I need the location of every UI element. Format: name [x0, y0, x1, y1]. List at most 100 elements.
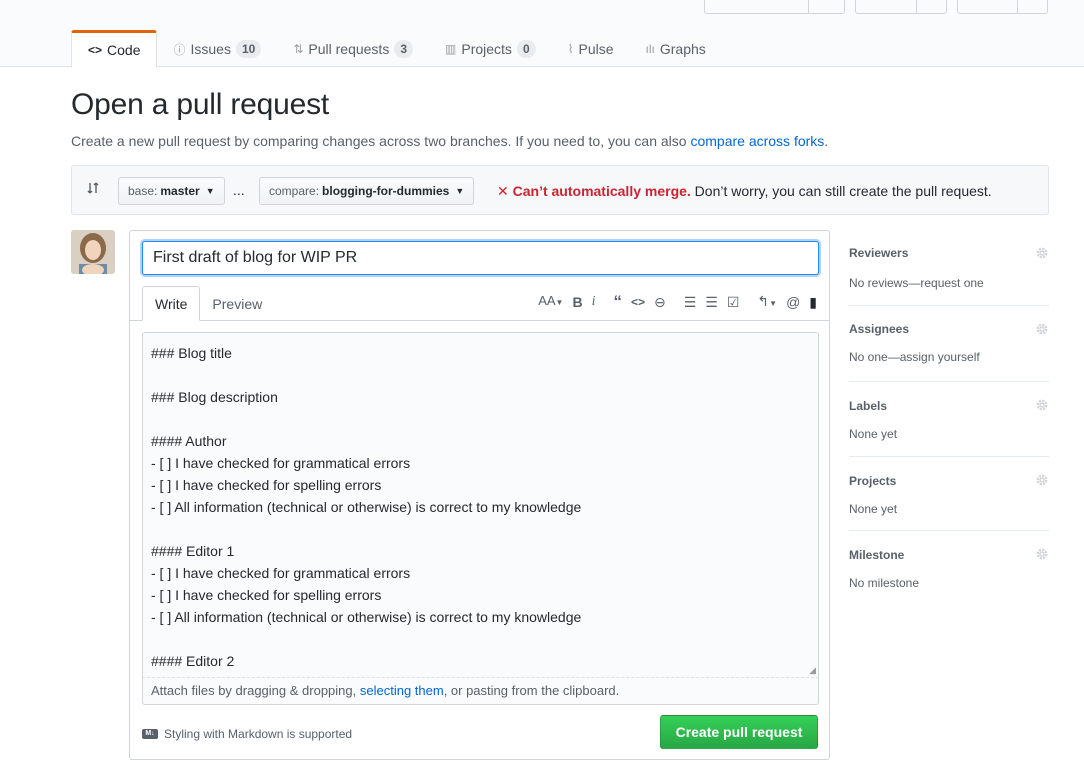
watch-button[interactable] — [704, 0, 809, 14]
tab-pulse[interactable]: ⌇ Pulse — [552, 30, 630, 68]
tab-graphs[interactable]: ılı Graphs — [630, 30, 722, 68]
pull-request-form: Write Preview AA▼ B i “ <> ⊖ ☰ ☰ ☑ ↰▼ @ … — [129, 230, 830, 760]
tab-code[interactable]: <> Code — [71, 30, 158, 68]
discussion-sidebar: Reviewers No reviews—request one Assigne… — [849, 230, 1049, 605]
range-dots: ... — [233, 182, 245, 198]
insert-group: “ <> ⊖ — [613, 293, 666, 310]
graph-icon: ılı — [645, 42, 655, 56]
repo-action-buttons — [704, 0, 1048, 14]
sidebar-label: Labels — [849, 399, 888, 413]
fork-button[interactable] — [957, 0, 1018, 14]
attach-prefix: Attach files by dragging & dropping, — [151, 683, 360, 698]
git-compare-icon — [86, 180, 100, 199]
sidebar-value: None yet — [849, 502, 898, 516]
compare-branch-select[interactable]: compare: blogging-for-dummies ▼ — [259, 177, 475, 205]
base-prefix: base: — [128, 184, 158, 198]
sidebar-value: No reviews—request one — [849, 276, 984, 290]
project-icon: ▥ — [445, 42, 457, 56]
chevron-down-icon: ▼ — [205, 186, 215, 196]
markdown-toolbar: AA▼ B i “ <> ⊖ ☰ ☰ ☑ ↰▼ @ ▮ — [538, 291, 817, 313]
sidebar-milestone: Milestone No milestone — [849, 531, 1049, 605]
compare-branch-name: blogging-for-dummies — [322, 184, 450, 198]
sidebar-value: None yet — [849, 427, 898, 441]
fork-count[interactable] — [1018, 0, 1048, 14]
repo-nav-tabs: <> Code ⓘ Issues 10 ⇅ Pull requests 3 ▥ … — [71, 30, 722, 68]
issues-counter: 10 — [235, 40, 262, 58]
list-unordered-icon[interactable]: ☰ — [684, 295, 697, 309]
italic-icon[interactable]: i — [592, 295, 596, 309]
sidebar-value: No one—assign yourself — [849, 350, 980, 364]
select-files-link[interactable]: selecting them — [360, 683, 444, 698]
subtitle-end: . — [824, 133, 829, 149]
compare-across-forks-link[interactable]: compare across forks — [690, 133, 824, 149]
tab-label: Code — [107, 42, 141, 58]
pr-title-input[interactable] — [142, 241, 819, 275]
header-text-glyph: AA — [538, 293, 556, 308]
git-pull-request-icon: ⇅ — [293, 42, 304, 56]
tab-label: Pull requests — [308, 41, 390, 57]
tasklist-icon[interactable]: ☑ — [727, 295, 740, 309]
watch-button-group — [704, 0, 845, 14]
sidebar-label: Projects — [849, 474, 897, 488]
star-button[interactable] — [855, 0, 917, 14]
extras-group: ↰▼ @ ▮ — [757, 294, 817, 311]
bookmark-icon[interactable]: ▮ — [809, 295, 817, 309]
star-count[interactable] — [917, 0, 947, 14]
sidebar-label: Milestone — [849, 548, 905, 562]
tab-write[interactable]: Write — [142, 286, 201, 321]
quote-icon[interactable]: “ — [613, 293, 622, 310]
markdown-support-note[interactable]: M↓ Styling with Markdown is supported — [142, 727, 352, 741]
tab-preview[interactable]: Preview — [200, 286, 274, 321]
pulse-icon: ⌇ — [567, 42, 574, 56]
tab-label: Graphs — [659, 41, 706, 57]
sidebar-value: No milestone — [849, 576, 920, 590]
gear-icon[interactable] — [1035, 398, 1049, 412]
reply-icon[interactable]: ↰▼ — [757, 294, 777, 311]
bold-icon[interactable]: B — [572, 295, 582, 309]
editor-tabs: Write Preview — [142, 286, 274, 321]
tab-projects[interactable]: ▥ Projects 0 — [429, 30, 552, 68]
list-group: ☰ ☰ ☑ — [684, 295, 740, 309]
attach-suffix: , or pasting from the clipboard. — [443, 683, 620, 698]
tab-pull-requests[interactable]: ⇅ Pull requests 3 — [277, 30, 429, 68]
star-button-group — [855, 0, 947, 14]
x-icon: ✕ — [497, 183, 509, 199]
file-attach-area[interactable]: Attach files by dragging & dropping, sel… — [142, 677, 819, 705]
list-ordered-icon[interactable]: ☰ — [705, 295, 718, 309]
subtitle-text: Create a new pull request by comparing c… — [71, 133, 691, 149]
code-icon: <> — [88, 43, 103, 57]
gear-icon[interactable] — [1035, 473, 1049, 487]
merge-error-text: Can’t automatically merge. — [512, 183, 691, 199]
markdown-note-text: Styling with Markdown is supported — [164, 727, 353, 741]
sidebar-projects: Projects None yet — [849, 457, 1049, 531]
merge-status: ✕ Can’t automatically merge. Don’t worry… — [497, 183, 992, 200]
fork-button-group — [957, 0, 1048, 14]
code-icon[interactable]: <> — [631, 295, 645, 309]
pr-body-text: ### Blog title ### Blog description ####… — [151, 345, 582, 677]
mention-icon[interactable]: @ — [786, 295, 800, 309]
tab-label: Projects — [461, 41, 512, 57]
page-title: Open a pull request — [71, 88, 330, 121]
avatar[interactable] — [71, 230, 115, 274]
resize-handle-icon[interactable]: ◢ — [809, 665, 816, 676]
tab-issues[interactable]: ⓘ Issues 10 — [157, 30, 277, 68]
pr-body-textarea[interactable]: ### Blog title ### Blog description ####… — [142, 332, 819, 677]
base-branch-select[interactable]: base: master ▼ — [118, 177, 225, 205]
header-text-icon[interactable]: AA▼ — [538, 294, 563, 310]
compare-prefix: compare: — [269, 184, 320, 198]
link-icon[interactable]: ⊖ — [654, 295, 666, 309]
gear-icon[interactable] — [1035, 322, 1049, 336]
reply-glyph: ↰ — [757, 292, 770, 309]
sidebar-assignees: Assignees No one—assign yourself — [849, 306, 1049, 382]
tab-label: Issues — [190, 41, 231, 57]
pull-requests-counter: 3 — [394, 40, 414, 58]
projects-counter: 0 — [516, 40, 536, 58]
base-branch-name: master — [160, 184, 200, 198]
watch-count[interactable] — [809, 0, 845, 14]
gear-icon[interactable] — [1035, 547, 1049, 561]
chevron-down-icon: ▼ — [455, 186, 465, 196]
gear-icon[interactable] — [1035, 246, 1049, 260]
merge-note-text: Don’t worry, you can still create the pu… — [690, 183, 992, 199]
repo-header: <> Code ⓘ Issues 10 ⇅ Pull requests 3 ▥ … — [0, 0, 1084, 68]
create-pull-request-button[interactable]: Create pull request — [660, 715, 818, 749]
